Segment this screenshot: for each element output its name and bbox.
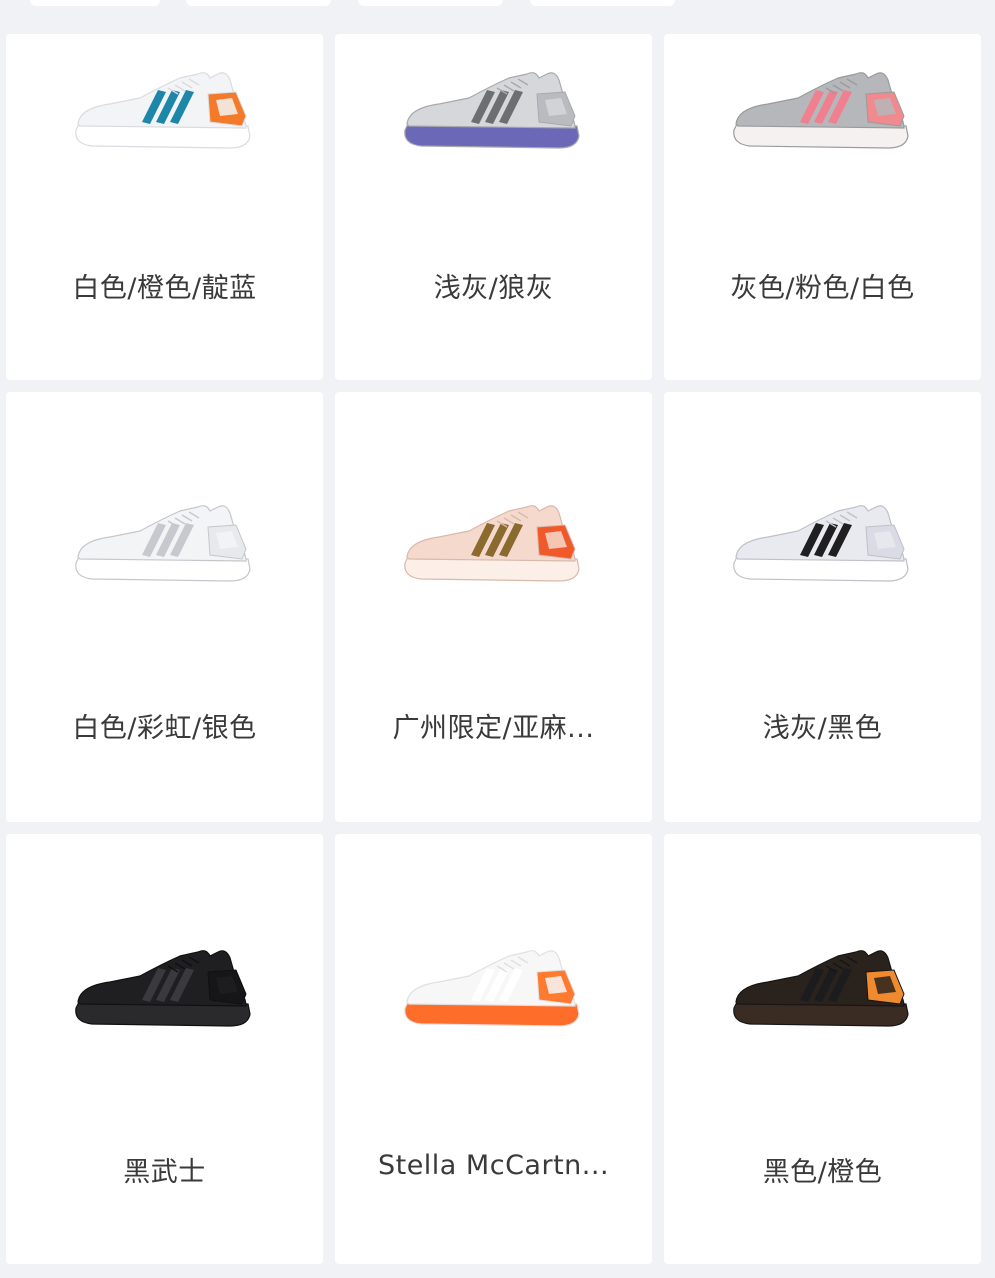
product-label: 广州限定/亚麻... [392,713,595,744]
sneaker-icon [70,64,260,159]
product-card[interactable]: 黑武士 [6,834,323,1264]
sneaker-icon [399,497,589,592]
product-label: 浅灰/狼灰 [433,273,554,304]
filter-chip[interactable] [358,0,503,6]
sneaker-icon [70,942,260,1037]
filter-chip[interactable] [30,0,160,6]
product-label: 黑武士 [123,1157,206,1188]
sneaker-icon [728,64,918,159]
product-card[interactable]: Stella McCartn... [335,834,652,1264]
product-label: 白色/橙色/靛蓝 [72,273,257,304]
filter-chips [0,0,995,8]
filter-chip[interactable] [530,0,675,6]
product-label: 白色/彩虹/银色 [72,713,257,744]
product-card[interactable]: 广州限定/亚麻... [335,392,652,822]
product-label: Stella McCartn... [377,1150,610,1181]
product-label: 黑色/橙色 [762,1157,883,1188]
filter-chip[interactable] [186,0,331,6]
sneaker-icon [70,497,260,592]
product-card[interactable]: 黑色/橙色 [664,834,981,1264]
product-card[interactable]: 白色/彩虹/银色 [6,392,323,822]
product-card[interactable]: 浅灰/狼灰 [335,34,652,380]
product-card[interactable]: 浅灰/黑色 [664,392,981,822]
sneaker-icon [399,64,589,159]
product-grid: 白色/橙色/靛蓝 浅灰/狼灰 灰色/粉色/白色 白色/彩虹/银色 广州限定/亚麻… [6,34,982,1264]
product-card[interactable]: 灰色/粉色/白色 [664,34,981,380]
sneaker-icon [728,497,918,592]
sneaker-icon [728,942,918,1037]
sneaker-icon [399,942,589,1037]
product-label: 灰色/粉色/白色 [730,273,915,304]
product-label: 浅灰/黑色 [762,713,883,744]
product-card[interactable]: 白色/橙色/靛蓝 [6,34,323,380]
